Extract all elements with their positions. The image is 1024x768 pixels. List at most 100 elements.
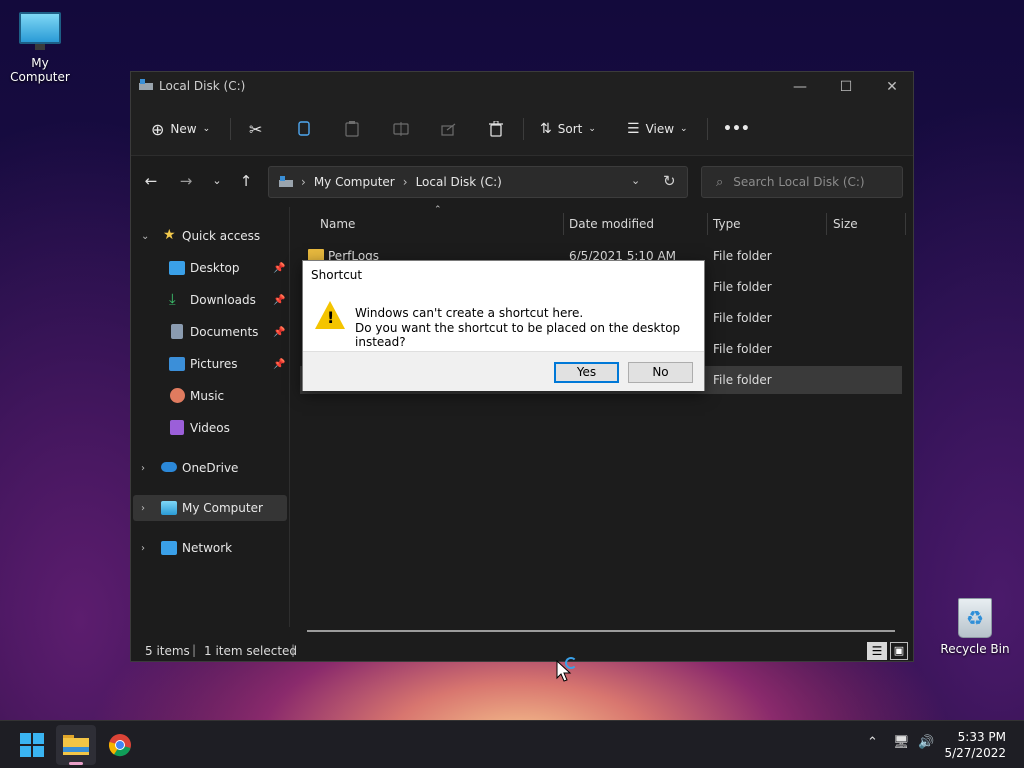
yes-button[interactable]: Yes (554, 362, 619, 383)
desktop-icon-my-computer[interactable]: My Computer (0, 12, 80, 84)
pictures-icon (169, 357, 185, 371)
status-divider: | (291, 643, 296, 657)
dialog-message-line1: Windows can't create a shortcut here. (355, 306, 584, 320)
start-button[interactable] (12, 725, 52, 765)
share-button[interactable] (441, 116, 457, 142)
sort-button[interactable]: ⇅ Sort ⌄ (540, 116, 596, 142)
column-header-name[interactable]: Name (320, 213, 355, 235)
sidebar-item-label: Videos (190, 421, 230, 435)
computer-icon (19, 12, 61, 50)
more-button[interactable]: ••• (723, 116, 750, 142)
maximize-button[interactable]: ☐ (823, 72, 869, 102)
pin-icon: 📌 (273, 262, 286, 274)
cut-button[interactable]: ✂ (249, 116, 262, 142)
sidebar-item-onedrive[interactable]: › OneDrive (133, 455, 287, 481)
breadcrumb-separator: › (301, 175, 306, 189)
taskbar-file-explorer[interactable] (56, 725, 96, 765)
refresh-icon[interactable]: ↻ (663, 172, 676, 190)
dialog-footer: Yes No (303, 351, 704, 391)
sidebar-item-downloads[interactable]: ⤓ Downloads 📌 (133, 287, 287, 313)
sidebar-item-pictures[interactable]: Pictures 📌 (133, 351, 287, 377)
window-title: Local Disk (C:) (159, 79, 246, 93)
column-header-size[interactable]: Size (833, 213, 858, 235)
paste-icon (345, 121, 359, 137)
chevron-down-icon: ⌄ (680, 124, 688, 134)
computer-icon (161, 501, 177, 515)
chevron-down-icon: ⌄ (588, 124, 596, 134)
file-type: File folder (713, 342, 772, 356)
sidebar-item-my-computer[interactable]: › My Computer (133, 495, 287, 521)
column-divider[interactable] (905, 213, 906, 235)
breadcrumb-local-disk[interactable]: Local Disk (C:) (416, 175, 502, 189)
navigation-bar: ← → ⌄ ↑ › My Computer › Local Disk (C:) … (131, 157, 913, 207)
close-button[interactable]: ✕ (869, 72, 915, 102)
column-header-type[interactable]: Type (713, 213, 741, 235)
recycle-bin-icon: ♻ (958, 598, 992, 638)
videos-icon (170, 420, 184, 435)
column-divider[interactable] (563, 213, 564, 235)
chevron-right-icon[interactable]: › (141, 543, 145, 554)
pin-icon: 📌 (273, 294, 286, 306)
sidebar-item-label: OneDrive (182, 461, 239, 475)
chevron-right-icon[interactable]: › (141, 463, 145, 474)
sort-label: Sort (557, 122, 583, 136)
chevron-down-icon[interactable]: ⌄ (141, 231, 149, 242)
horizontal-scrollbar[interactable] (307, 630, 895, 632)
column-header-date[interactable]: Date modified (569, 213, 654, 235)
network-icon[interactable]: 🖥 (893, 735, 910, 750)
search-box[interactable]: ⌕ Search Local Disk (C:) (701, 166, 903, 198)
forward-button[interactable]: → (174, 169, 198, 193)
taskbar-chrome[interactable] (100, 725, 140, 765)
sidebar-item-documents[interactable]: Documents 📌 (133, 319, 287, 345)
desktop-icon-recycle-bin[interactable]: ♻ Recycle Bin (935, 598, 1015, 656)
view-icon: ☰ (627, 121, 640, 137)
item-count: 5 items (145, 644, 190, 658)
desktop-icon-label: Recycle Bin (940, 642, 1010, 656)
sidebar-item-videos[interactable]: Videos (133, 415, 287, 441)
selection-count: 1 item selected (204, 644, 298, 658)
column-divider[interactable] (826, 213, 827, 235)
details-view-button[interactable]: ☰ (867, 642, 887, 660)
no-button[interactable]: No (628, 362, 693, 383)
sidebar-item-desktop[interactable]: Desktop 📌 (133, 255, 287, 281)
recent-locations-button[interactable]: ⌄ (205, 169, 229, 193)
back-button[interactable]: ← (139, 169, 163, 193)
cloud-icon (161, 462, 177, 472)
volume-icon[interactable]: 🔊 (918, 735, 934, 750)
chevron-up-icon[interactable]: ⌃ (867, 735, 878, 750)
copy-icon (298, 121, 310, 136)
share-icon (441, 123, 456, 136)
search-placeholder: Search Local Disk (C:) (733, 175, 865, 189)
clock-date: 5/27/2022 (944, 746, 1006, 760)
chevron-right-icon[interactable]: › (141, 503, 145, 514)
rename-icon (393, 122, 409, 136)
desktop-icon-label: My Computer (10, 56, 70, 84)
breadcrumb-my-computer[interactable]: My Computer (314, 175, 395, 189)
folder-icon (63, 735, 89, 755)
rename-button[interactable] (393, 116, 409, 142)
clock[interactable]: 5:33 PM 5/27/2022 (944, 729, 1006, 761)
up-button[interactable]: ↑ (234, 169, 258, 193)
sidebar-item-music[interactable]: Music (133, 383, 287, 409)
tiles-view-button[interactable]: ▣ (890, 642, 908, 660)
column-divider[interactable] (707, 213, 708, 235)
divider (523, 118, 524, 140)
address-dropdown-icon[interactable]: ⌄ (631, 174, 640, 187)
view-button[interactable]: ☰ View ⌄ (627, 116, 688, 142)
shortcut-dialog: Shortcut ! Windows can't create a shortc… (302, 260, 705, 391)
desktop-folder-icon (169, 261, 185, 275)
sidebar-item-label: Pictures (190, 357, 238, 371)
view-label: View (645, 122, 675, 136)
title-bar[interactable]: Local Disk (C:) — ☐ ✕ (131, 72, 913, 102)
copy-button[interactable] (297, 116, 311, 142)
sidebar-item-quick-access[interactable]: ⌄ ★ Quick access (133, 223, 287, 249)
minimize-button[interactable]: — (777, 72, 823, 102)
sidebar-item-network[interactable]: › Network (133, 535, 287, 561)
address-bar[interactable]: › My Computer › Local Disk (C:) ⌄ ↻ (268, 166, 688, 198)
new-button[interactable]: ⊕ New ⌄ (151, 116, 210, 142)
navigation-pane: ⌄ ★ Quick access Desktop 📌 ⤓ Downloads 📌… (131, 207, 289, 627)
file-type: File folder (713, 280, 772, 294)
scissors-icon: ✂ (249, 119, 263, 139)
delete-button[interactable] (489, 116, 503, 142)
paste-button[interactable] (345, 116, 359, 142)
